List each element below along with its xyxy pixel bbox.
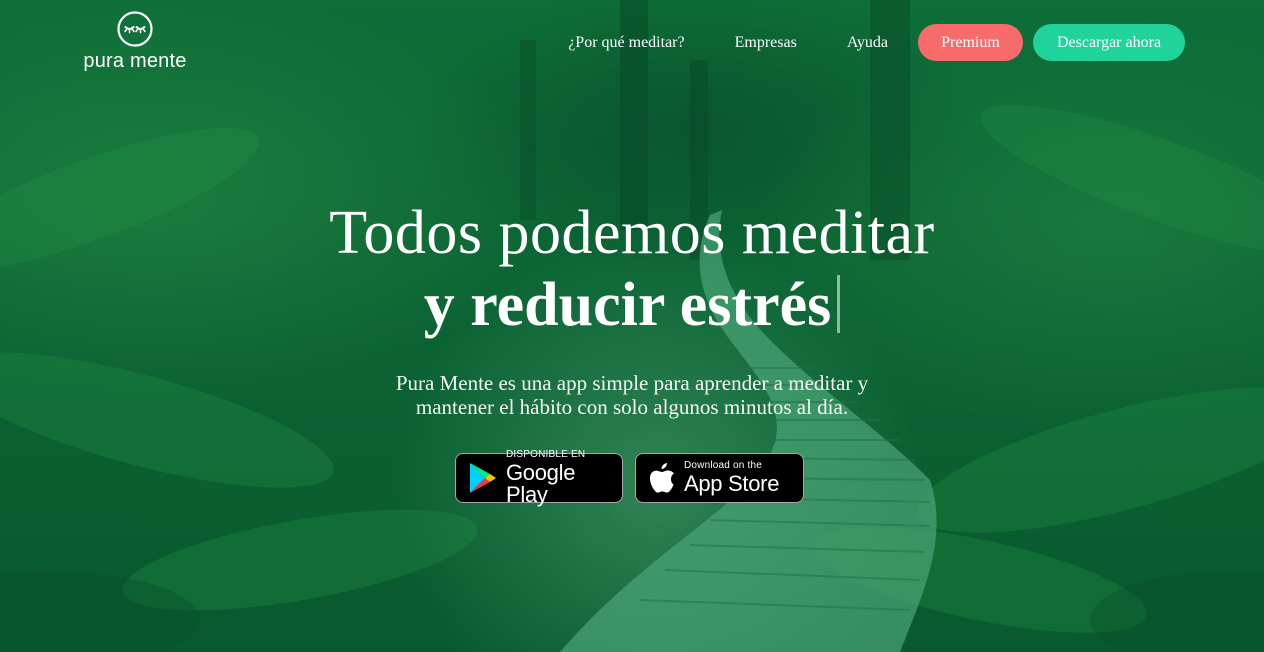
premium-button[interactable]: Premium [918,24,1023,61]
hero-subtitle-line2: mantener el hábito con solo algunos minu… [415,395,849,419]
brand-logo[interactable]: pura mente [82,10,188,73]
google-play-badge[interactable]: DISPONIBLE EN Google Play [455,449,623,507]
typing-cursor [837,275,841,333]
closed-eyes-face-icon [117,11,153,47]
google-play-small-label: DISPONIBLE EN [506,449,586,460]
hero-title-line2: y reducir estrés [0,270,1264,341]
app-store-badge[interactable]: Download on the App Store [635,453,804,503]
hero-title-line1: Todos podemos meditar [329,199,935,267]
hero-subtitle-line1: Pura Mente es una app simple para aprend… [395,371,869,395]
brand-name: pura mente [83,50,187,72]
hero-title-line2-text: y reducir estrés [423,271,832,339]
google-play-label: Google Play [506,460,576,507]
nav-link-help[interactable]: Ayuda [847,24,888,61]
download-now-button[interactable]: Descargar ahora [1033,24,1185,61]
app-store-small-label: Download on the [684,460,763,471]
nav-link-why-meditate[interactable]: ¿Por qué meditar? [568,24,684,61]
hero-subtitle: Pura Mente es una app simple para aprend… [0,371,1264,419]
google-play-icon [468,462,498,494]
app-store-badges: DISPONIBLE EN Google Play Download on th… [455,449,804,507]
app-store-label: App Store [684,471,780,496]
apple-icon [648,462,676,494]
nav-link-companies[interactable]: Empresas [735,24,797,61]
top-nav: ¿Por qué meditar? Empresas Ayuda Premium… [568,24,1185,61]
